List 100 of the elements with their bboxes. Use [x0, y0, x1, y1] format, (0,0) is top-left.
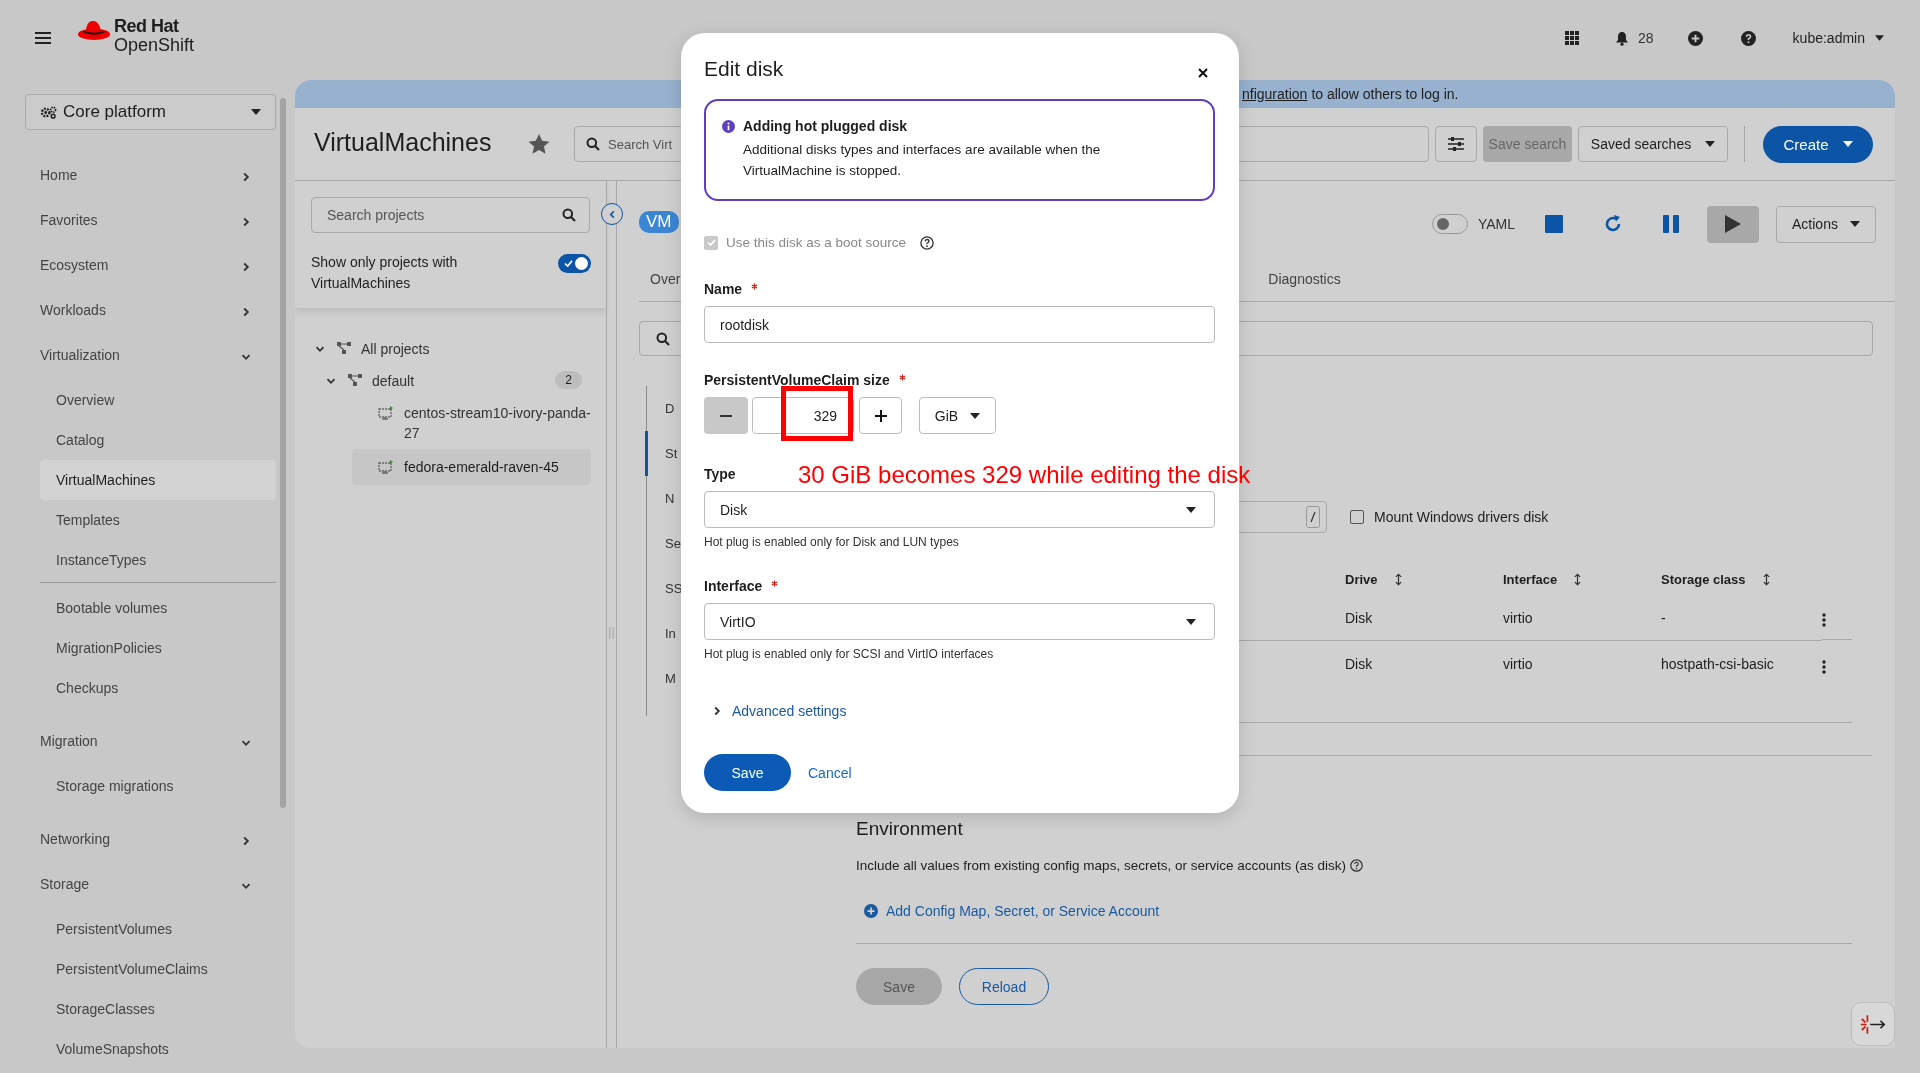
notification-count[interactable]: 28: [1638, 30, 1654, 46]
section-title: Environment: [856, 818, 964, 840]
saved-searches-dropdown[interactable]: Saved searches: [1578, 126, 1728, 162]
field-label: PersistentVolumeClaim size: [704, 372, 906, 388]
interface-select[interactable]: VirtIO: [704, 603, 1215, 640]
number-input[interactable]: 329: [752, 397, 854, 434]
nav-item[interactable]: PersistentVolumeClaims: [40, 949, 276, 989]
nav-group[interactable]: Migration: [25, 718, 276, 763]
vm-icon: [378, 406, 394, 420]
nav-group[interactable]: Storage: [25, 861, 276, 906]
nav-item[interactable]: Templates: [40, 500, 276, 540]
nav-item[interactable]: VolumeSnapshots: [40, 1029, 276, 1069]
highlight-frame: [781, 386, 853, 441]
star-icon[interactable]: [528, 133, 550, 155]
yaml-toggle[interactable]: [1431, 214, 1468, 234]
create-button[interactable]: Create: [1763, 125, 1873, 163]
checkbox-label: Use this disk as a boot source: [726, 235, 907, 250]
info-icon: [722, 119, 735, 133]
kebab-icon[interactable]: [1822, 659, 1826, 674]
nav-item[interactable]: Overview: [40, 380, 276, 420]
advanced-settings-toggle[interactable]: Advanced settings: [712, 703, 847, 719]
tree-item[interactable]: All projects: [311, 333, 591, 365]
nav-item[interactable]: Checkups: [40, 668, 276, 708]
annotation-text: 30 GiB becomes 329 while editing the disk: [798, 462, 1251, 488]
quick-start-button[interactable]: [1851, 1002, 1895, 1046]
check-icon: [706, 239, 716, 246]
help-icon[interactable]: [920, 235, 935, 250]
plus-circle-icon[interactable]: [864, 904, 878, 918]
close-icon: [1198, 68, 1208, 78]
help-icon[interactable]: [1349, 859, 1363, 872]
sliders-icon: [1448, 137, 1464, 151]
filter-label: Show only projects with VirtualMachines: [311, 253, 459, 293]
caret-icon: [1842, 141, 1853, 147]
topology-icon: [348, 374, 362, 386]
menu-icon[interactable]: [35, 31, 51, 45]
project-search-field[interactable]: Search projects: [311, 197, 590, 233]
nav-group[interactable]: Virtualization: [25, 332, 276, 377]
column-header[interactable]: Interface: [1503, 563, 1661, 595]
bell-icon[interactable]: [1615, 30, 1630, 46]
column-header[interactable]: Storage class: [1661, 563, 1822, 595]
unit-dropdown[interactable]: GiB: [919, 397, 996, 434]
tree-item[interactable]: centos-stream10-ivory-panda-27: [352, 397, 591, 449]
increment-button[interactable]: [859, 397, 902, 434]
dialog-title: Edit disk: [704, 56, 784, 82]
table-cell: Disk: [1345, 595, 1503, 641]
gears-icon: [40, 105, 57, 119]
helper-text: Hot plug is enabled only for SCSI and VirtIO interfaces: [704, 647, 994, 661]
search-icon: [562, 208, 576, 222]
nav-group[interactable]: Favorites: [25, 197, 276, 242]
scrollbar-thumb[interactable]: [280, 98, 286, 808]
kebab-icon[interactable]: [1822, 613, 1826, 627]
pause-icon[interactable]: [1663, 215, 1679, 233]
drag-handle-icon[interactable]: [609, 626, 614, 640]
tree-item[interactable]: default 2: [322, 365, 591, 397]
nav-item[interactable]: MigrationPolicies: [40, 628, 276, 668]
perspective-switcher[interactable]: Core platform: [25, 94, 276, 130]
name-input[interactable]: rootdisk: [704, 306, 1215, 343]
nav-group[interactable]: Ecosystem: [25, 242, 276, 287]
help-icon[interactable]: [1740, 30, 1756, 46]
table-cell: virtio: [1503, 595, 1661, 641]
nav-item[interactable]: PersistentVolumes: [40, 909, 276, 949]
nav-item[interactable]: StorageClasses: [40, 989, 276, 1029]
cancel-link[interactable]: Cancel: [808, 764, 852, 781]
user-menu[interactable]: kube:admin: [1792, 30, 1884, 46]
table-cell: -: [1661, 595, 1822, 641]
nav-group[interactable]: Workloads: [25, 287, 276, 332]
chevron-icon: [607, 209, 617, 219]
banner-link[interactable]: nfiguration: [1242, 86, 1308, 102]
play-button[interactable]: [1707, 205, 1759, 243]
toggle-switch[interactable]: [558, 254, 591, 273]
nav-item[interactable]: VirtualMachines: [40, 460, 276, 500]
app-grid-icon[interactable]: [1565, 31, 1580, 45]
play-icon: [1725, 215, 1741, 233]
nav-group[interactable]: Networking: [25, 816, 276, 861]
actions-dropdown[interactable]: Actions: [1776, 205, 1876, 243]
tab[interactable]: Diagnostics: [1268, 269, 1341, 289]
nav-item[interactable]: Storage migrations: [40, 766, 276, 806]
nav-group[interactable]: Home: [25, 152, 276, 197]
vm-badge: VM: [639, 210, 679, 233]
helper-text: Hot plug is enabled only for Disk and LUN types: [704, 535, 959, 549]
refresh-icon[interactable]: [1603, 214, 1623, 234]
nav-item[interactable]: InstanceTypes: [40, 540, 276, 580]
checkbox-label: Mount Windows drivers disk: [1374, 509, 1549, 525]
add-link[interactable]: Add Config Map, Secret, or Service Account: [886, 903, 1160, 919]
table-cell-text: hostpath-csi-basic: [1661, 654, 1775, 674]
plus-circle-icon[interactable]: [1687, 30, 1703, 46]
alert-title: Adding hot plugged disk: [743, 118, 908, 134]
checkbox[interactable]: [1350, 510, 1364, 524]
page-title: VirtualMachines: [314, 127, 493, 157]
nav-item[interactable]: Bootable volumes: [40, 588, 276, 628]
topology-icon: [337, 342, 351, 354]
column-header[interactable]: Drive: [1345, 563, 1503, 595]
tab[interactable]: Over: [650, 269, 681, 289]
type-select[interactable]: Disk: [704, 491, 1215, 528]
tree-item[interactable]: fedora-emerald-raven-45: [352, 449, 591, 485]
nav-item[interactable]: Catalog: [40, 420, 276, 460]
filter-button[interactable]: [1435, 126, 1477, 162]
banner-text: to allow others to log in.: [1311, 86, 1459, 102]
field-label: Name: [704, 281, 759, 297]
save-button[interactable]: Save: [704, 754, 791, 791]
